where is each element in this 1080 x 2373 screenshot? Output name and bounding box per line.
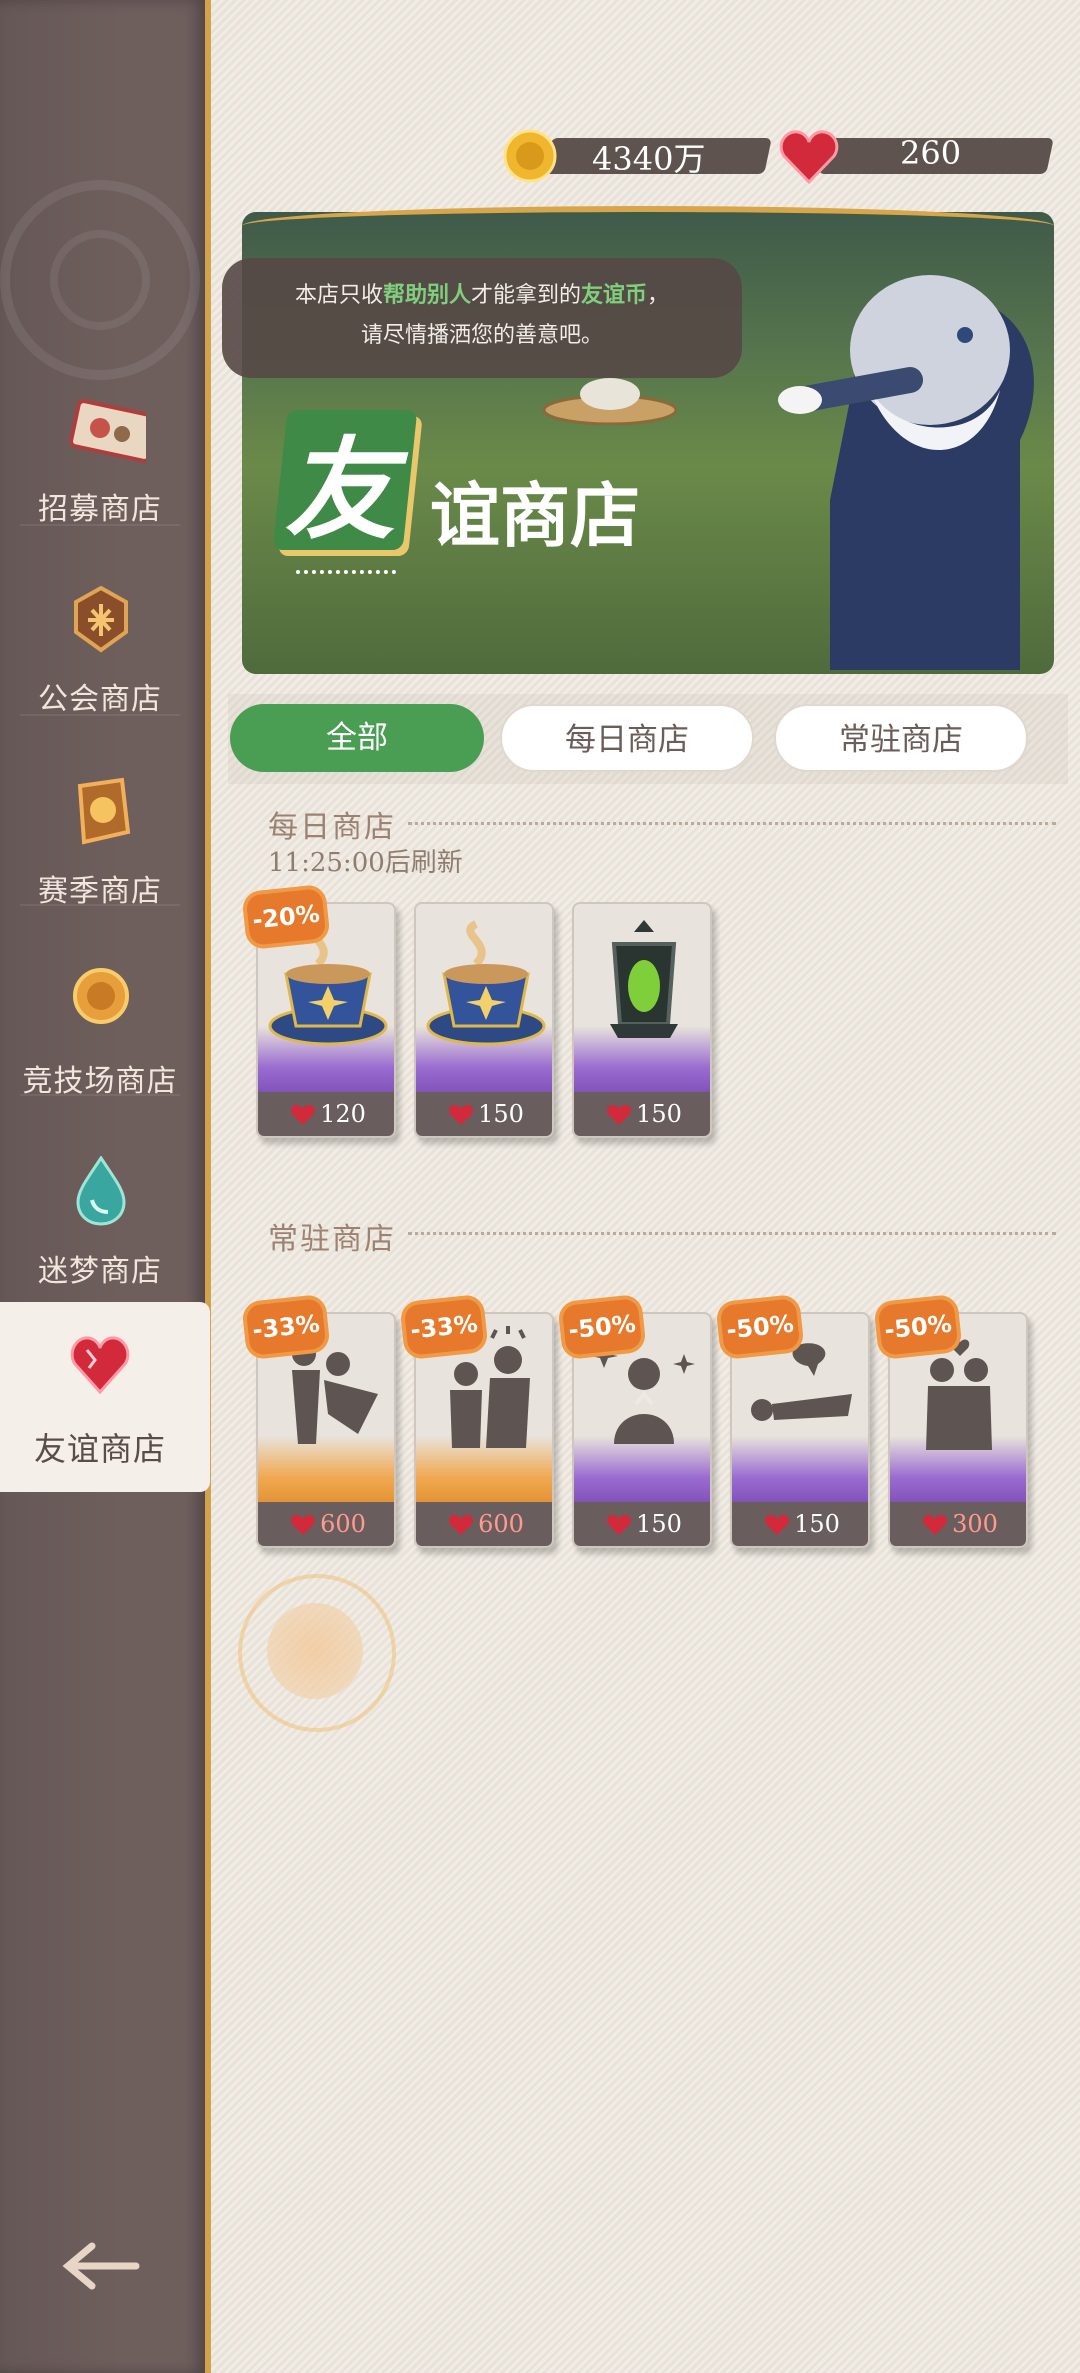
speech-text: 才能拿到的: [470, 283, 581, 308]
speech-text: 请尽情播洒您的善意吧。: [360, 323, 603, 348]
tab-all[interactable]: 全部: [230, 704, 484, 772]
sidebar-item-arena-shop[interactable]: 竞技场商店: [0, 936, 200, 1126]
banner-dots: [296, 570, 396, 574]
arena-coin-icon: [73, 968, 129, 1024]
heart-gem-icon: [607, 1514, 632, 1535]
discount-badge: -33%: [245, 1298, 327, 1356]
compass-decoration: [0, 180, 200, 380]
sidebar-item-label: 招募商店: [38, 492, 162, 527]
banner-title: 谊商店: [430, 474, 640, 557]
heart-gem-icon: [291, 1514, 316, 1535]
speech-highlight: 友谊币: [581, 283, 648, 308]
section-divider: [408, 822, 1056, 825]
section-title-permanent: 常驻商店: [268, 1222, 396, 1257]
dream-drop-icon: [76, 1156, 126, 1226]
banner-title-char: 友: [285, 425, 395, 554]
butler-cat-npc: [778, 275, 1034, 670]
guild-badge-icon: [74, 585, 128, 653]
back-arrow-icon[interactable]: [62, 2236, 142, 2296]
heart-gem-icon: [291, 1104, 316, 1125]
shop-item-green-lantern[interactable]: 150: [572, 902, 712, 1138]
section-divider: [408, 1232, 1056, 1235]
heart-gem-icon: [449, 1104, 474, 1125]
item-price: 600: [258, 1502, 394, 1546]
item-price: 150: [732, 1502, 868, 1546]
item-price: 150: [574, 1092, 710, 1136]
sidebar-item-dream-shop[interactable]: 迷梦商店: [0, 1126, 200, 1316]
sidebar-item-label: 迷梦商店: [38, 1254, 162, 1289]
recruit-ticket-icon: [69, 399, 146, 463]
sidebar-item-season-shop[interactable]: 赛季商店: [0, 746, 200, 936]
heart-gem-icon: [923, 1514, 948, 1535]
item-price: 120: [258, 1092, 394, 1136]
tray-icon: [542, 378, 678, 426]
item-price: 300: [890, 1502, 1026, 1546]
item-price: 150: [574, 1502, 710, 1546]
discount-badge: -50%: [719, 1298, 801, 1356]
discount-badge: -20%: [245, 888, 327, 946]
discount-badge: -50%: [561, 1298, 643, 1356]
npc-speech-bubble: 本店只收帮助别人才能拿到的友谊币， 请尽情播洒您的善意吧。: [222, 258, 742, 378]
shop-sidebar: 招募商店 公会商店 赛季商店 竞技场商店 迷梦商店 友谊商店: [0, 0, 211, 2373]
section-title-daily: 每日商店: [268, 810, 396, 845]
item-price: 600: [416, 1502, 552, 1546]
gold-amount: 4340万: [592, 140, 706, 178]
shop-item-coffee-cup[interactable]: 150: [414, 902, 554, 1138]
discount-badge: -33%: [403, 1298, 485, 1356]
compass-sun-decoration: [238, 1574, 396, 1732]
tab-daily-shop[interactable]: 每日商店: [500, 704, 754, 772]
lantern-icon: [610, 920, 678, 1038]
coffee-cup-icon: [426, 920, 546, 1046]
sidebar-item-label: 公会商店: [38, 682, 162, 717]
heart-gem-icon: [70, 1336, 130, 1395]
sidebar-item-label: 友谊商店: [33, 1430, 166, 1468]
season-medal-icon: [77, 777, 131, 845]
discount-badge: -50%: [877, 1298, 959, 1356]
heart-gem-icon: [765, 1514, 790, 1535]
gold-coin-icon: [503, 129, 557, 183]
speech-text: ，: [647, 283, 670, 308]
heart-gem-icon: [607, 1104, 632, 1125]
sidebar-item-friendship-shop[interactable]: 友谊商店: [0, 1302, 210, 1492]
item-price: 150: [416, 1092, 552, 1136]
heart-gem-icon: [779, 130, 839, 185]
heart-gem-icon: [449, 1514, 474, 1535]
refresh-timer: 11:25:00后刷新: [268, 848, 463, 878]
speech-highlight: 帮助别人: [382, 283, 471, 308]
friendship-amount: 260: [900, 134, 962, 172]
tab-permanent-shop[interactable]: 常驻商店: [774, 704, 1028, 772]
speech-text: 本店只收: [294, 283, 383, 308]
